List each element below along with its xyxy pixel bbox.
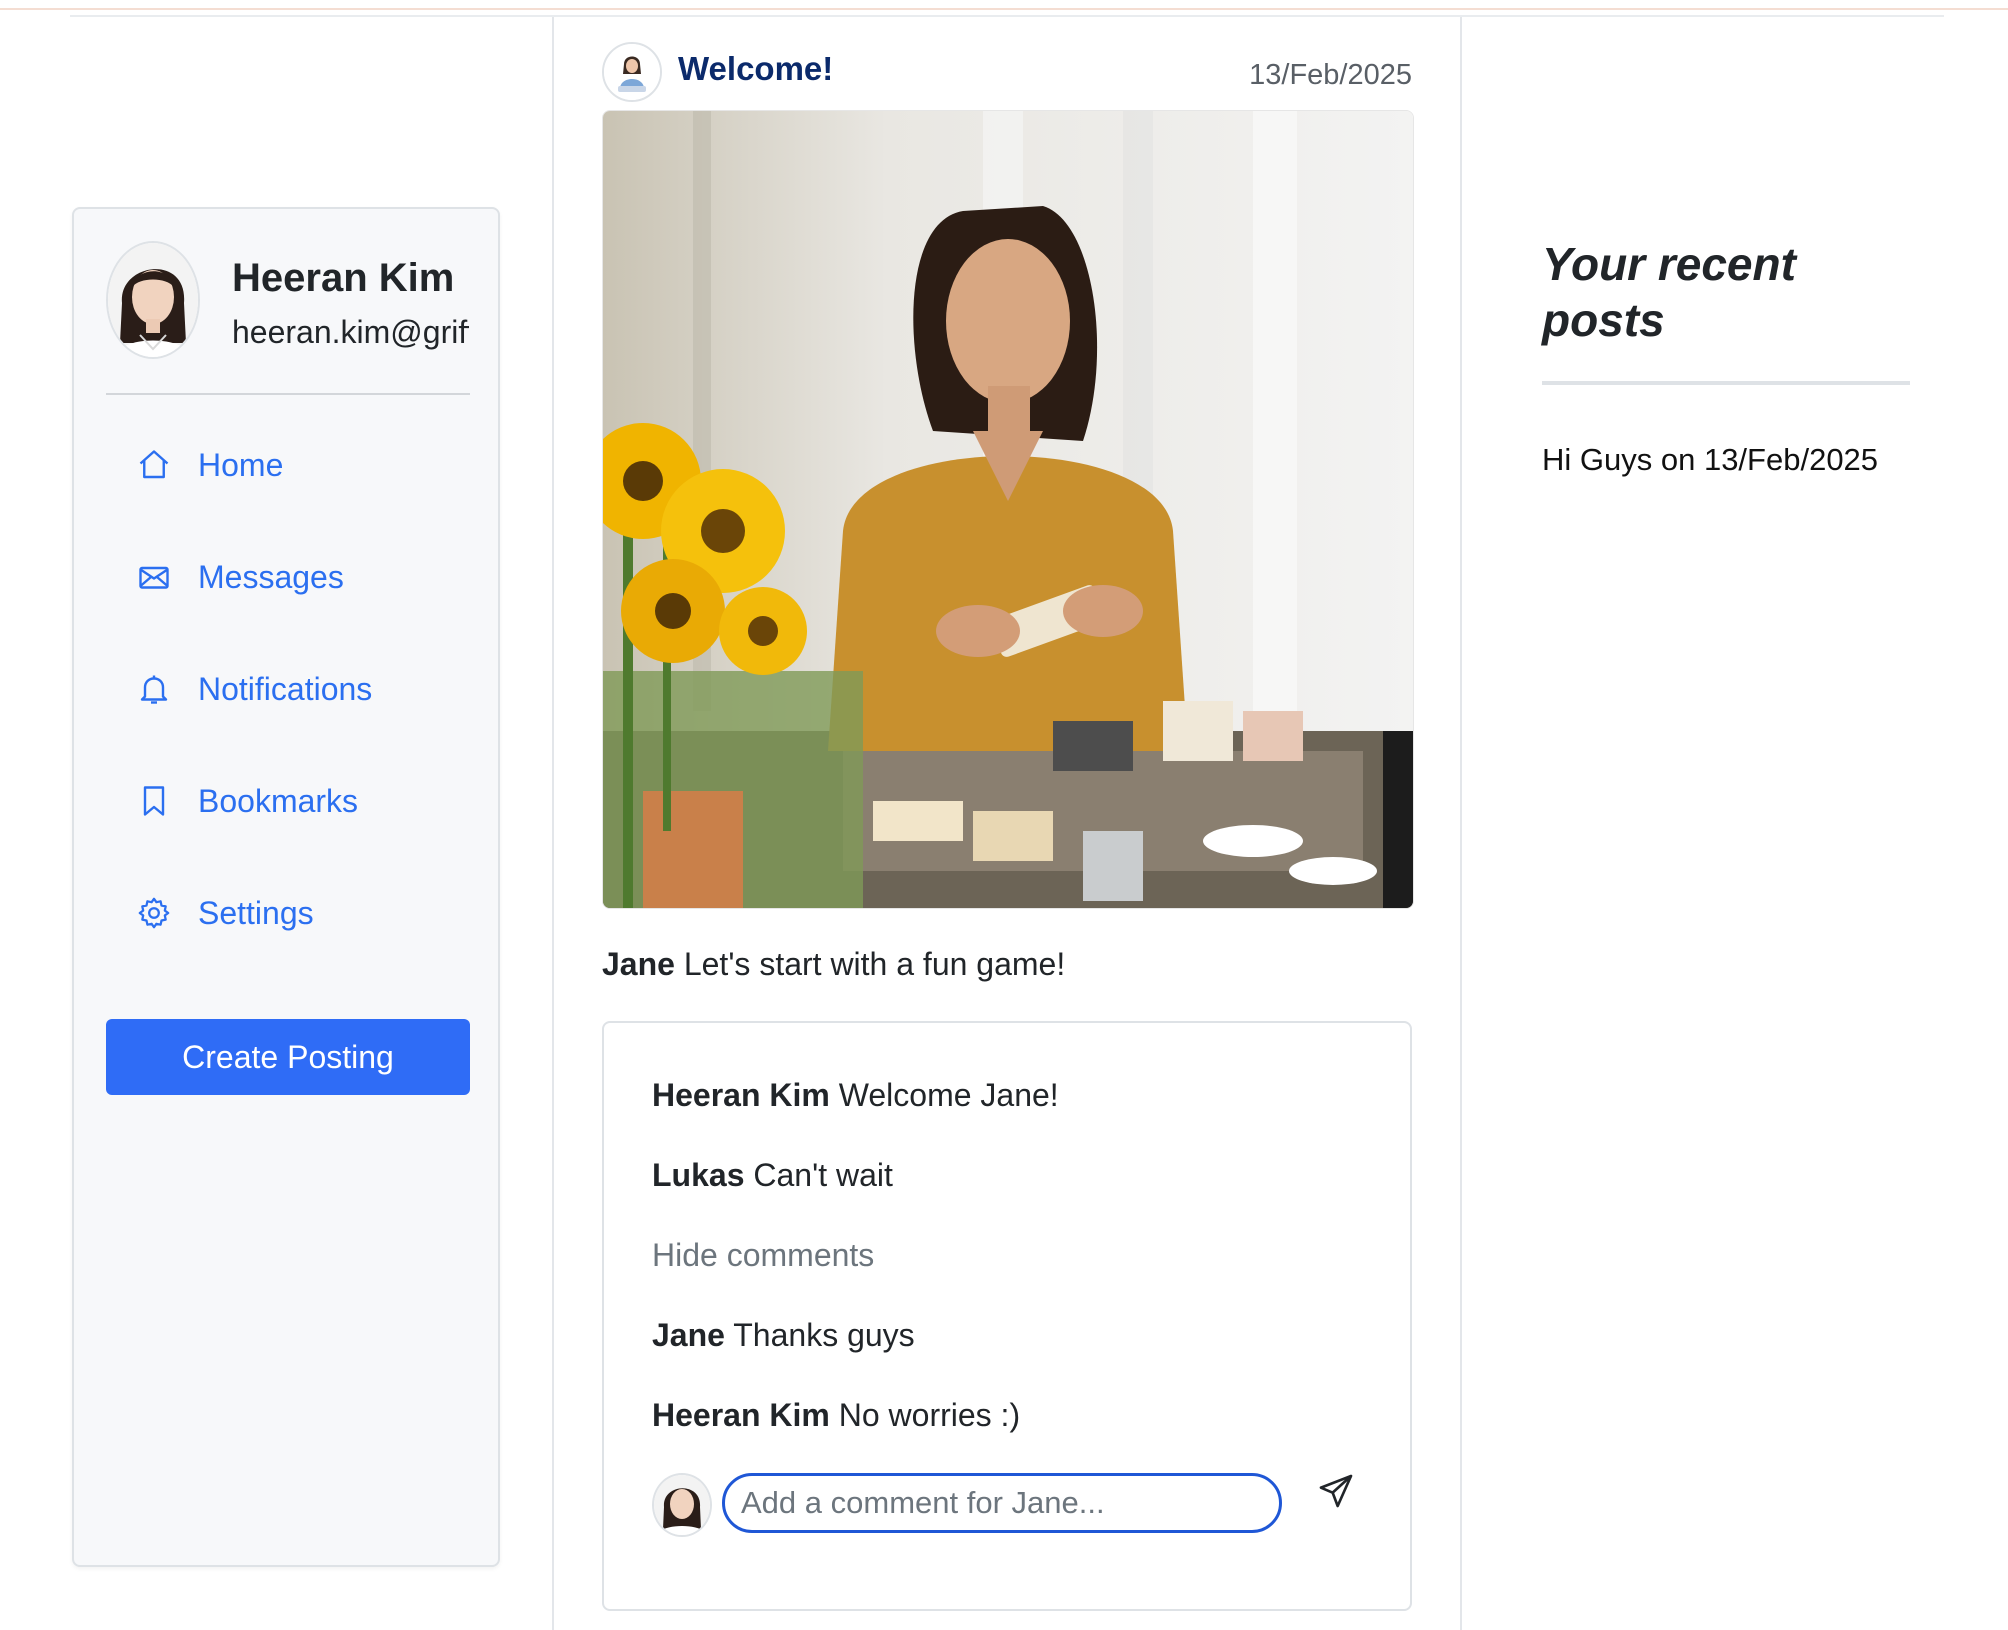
hide-comments-link[interactable]: Hide comments: [652, 1237, 874, 1274]
gear-icon: [136, 895, 172, 931]
bell-icon: [136, 671, 172, 707]
comment-author: Jane: [652, 1317, 725, 1353]
column-divider-right: [1460, 17, 1462, 1630]
comment: Heeran Kim Welcome Jane!: [652, 1077, 1059, 1114]
comment: Heeran Kim No worries :): [652, 1397, 1020, 1434]
comments-card: Heeran Kim Welcome Jane! Lukas Can't wai…: [602, 1021, 1412, 1611]
sidebar-divider: [106, 393, 470, 395]
comment-text: No worries :): [838, 1397, 1021, 1433]
top-border: [0, 0, 2008, 10]
recent-posts-title: Your recent posts: [1542, 238, 1796, 346]
comment-author: Lukas: [652, 1157, 745, 1193]
recent-post-item[interactable]: Hi Guys on 13/Feb/2025: [1542, 442, 1878, 478]
profile-name: Heeran Kim: [232, 256, 455, 300]
sidebar-item-label: Messages: [198, 558, 344, 595]
sidebar-item-bookmarks[interactable]: Bookmarks: [106, 771, 470, 831]
profile-email: heeran.kim@griffith.edu.au: [232, 314, 469, 350]
send-icon: [1319, 1474, 1353, 1508]
comment-author: Heeran Kim: [652, 1397, 830, 1433]
post-date: 13/Feb/2025: [1249, 59, 1412, 91]
commenter-avatar: [652, 1473, 712, 1537]
post-image: [602, 110, 1414, 909]
post-text: Let's start with a fun game!: [683, 946, 1066, 982]
sidebar-item-home[interactable]: Home: [106, 435, 470, 495]
sidebar-item-messages[interactable]: Messages: [106, 547, 470, 607]
sidebar-item-label: Home: [198, 446, 284, 483]
create-posting-button[interactable]: Create Posting: [106, 1019, 470, 1095]
sidebar-item-notifications[interactable]: Notifications: [106, 659, 470, 719]
comment-text: Welcome Jane!: [838, 1077, 1059, 1113]
send-button[interactable]: [1316, 1471, 1356, 1511]
sidebar-item-label: Bookmarks: [198, 782, 359, 819]
comment-author: Heeran Kim: [652, 1077, 830, 1113]
post-title: Welcome!: [678, 50, 834, 87]
post-caption: Jane Let's start with a fun game!: [602, 946, 1065, 983]
header-divider: [70, 15, 1944, 17]
comment: Jane Thanks guys: [652, 1317, 915, 1354]
home-icon: [136, 447, 172, 483]
comment-input[interactable]: [722, 1473, 1282, 1533]
sidebar-item-label: Settings: [198, 894, 314, 931]
comment-text: Thanks guys: [733, 1317, 915, 1353]
sidebar-item-settings[interactable]: Settings: [106, 883, 470, 943]
envelope-icon: [136, 559, 172, 595]
sidebar-item-label: Notifications: [198, 670, 373, 707]
profile-avatar: [106, 241, 200, 359]
sidebar: Heeran Kim heeran.kim@griffith.edu.au Ho…: [72, 207, 500, 1567]
comment-text: Can't wait: [753, 1157, 893, 1193]
post-author-avatar: [602, 42, 662, 102]
bookmark-icon: [136, 783, 172, 819]
recent-posts-divider: [1542, 381, 1910, 385]
comment: Lukas Can't wait: [652, 1157, 893, 1194]
column-divider-left: [552, 17, 554, 1630]
post-author: Jane: [602, 946, 675, 982]
